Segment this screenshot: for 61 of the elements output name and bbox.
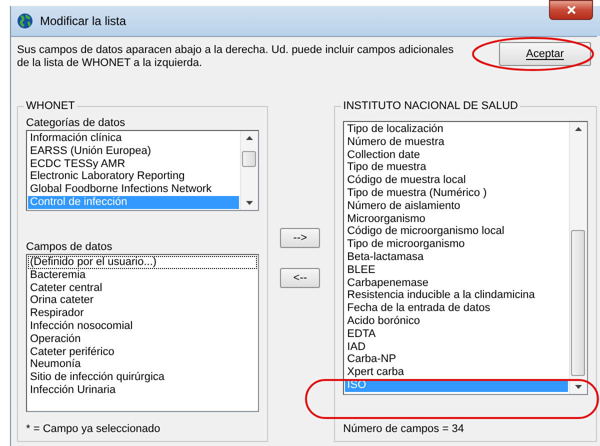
accept-button[interactable]: Aceptar bbox=[499, 42, 591, 66]
scroll-up-icon[interactable] bbox=[575, 127, 582, 131]
list-item[interactable]: Resistencia inducible a la clindamicina bbox=[345, 289, 568, 302]
legend-text: * = Campo ya seleccionado bbox=[26, 423, 162, 435]
categories-label: Categorías de datos bbox=[26, 117, 126, 130]
list-item[interactable]: Código de muestra local bbox=[345, 174, 568, 187]
window-title: Modificar la lista bbox=[40, 14, 126, 28]
list-item[interactable]: Operación bbox=[28, 332, 258, 346]
list-item[interactable]: Tipo de muestra (Numérico ) bbox=[345, 186, 568, 200]
list-item[interactable]: Cateter central bbox=[28, 282, 258, 294]
list-item[interactable]: Sitio de infección quirúrgica bbox=[28, 371, 258, 384]
globe-icon bbox=[17, 13, 33, 29]
list-item[interactable]: EARSS (Unión Europea) bbox=[28, 144, 240, 158]
list-item[interactable]: Número de muestra bbox=[345, 136, 568, 149]
list-box[interactable]: Información clínica EARSS (Unión Europea) ECDC TESSy AMR Electronic Laboratory Reporting Global Foodborne Infections Network Control de infección bbox=[26, 130, 260, 211]
list-item[interactable]: Bacteremia bbox=[28, 268, 258, 282]
list-item[interactable]: Número de aislamiento bbox=[345, 200, 568, 213]
list-item[interactable]: Infección nosocomial bbox=[28, 320, 258, 333]
list-item[interactable]: Tipo de localización bbox=[345, 123, 568, 136]
list-item[interactable]: ECDC TESSy AMR bbox=[28, 158, 240, 170]
field-count-text: Número de campos = 34 bbox=[343, 423, 465, 435]
list-item[interactable]: Cateter periférico bbox=[28, 346, 258, 358]
list-item[interactable]: Xpert carba bbox=[345, 366, 568, 379]
list-item[interactable]: Carbapenemase bbox=[345, 276, 568, 290]
close-icon bbox=[566, 6, 576, 14]
scroll-down-icon[interactable] bbox=[246, 201, 254, 205]
list-item[interactable]: Tipo de muestra bbox=[345, 161, 568, 174]
list-item[interactable]: Electronic Laboratory Reporting bbox=[28, 170, 240, 184]
list-item[interactable]: Respirador bbox=[28, 307, 258, 320]
list-item[interactable]: Orina cateter bbox=[28, 294, 258, 308]
list-item[interactable]: Collection date bbox=[345, 148, 568, 162]
list-item[interactable]: Global Foodborne Infections Network bbox=[28, 183, 240, 196]
list-item[interactable]: Acido borónico bbox=[345, 314, 568, 328]
list-item[interactable]: Fecha de la entrada de datos bbox=[345, 302, 568, 315]
list-item[interactable]: Microorganismo bbox=[345, 212, 568, 226]
scrollbar[interactable] bbox=[569, 122, 587, 394]
list-item[interactable]: Neumonía bbox=[28, 358, 258, 372]
list-item[interactable]: Código de microorganismo local bbox=[345, 225, 568, 238]
list-item[interactable]: BLEE bbox=[345, 264, 568, 277]
list-item[interactable]: EDTA bbox=[345, 328, 568, 341]
list-item[interactable]: Tipo de microorganismo bbox=[345, 238, 568, 251]
remove-button[interactable]: <-- bbox=[280, 268, 320, 288]
list-item[interactable]: (Definido por el usuario...) bbox=[28, 256, 258, 269]
fields-label: Campos de datos bbox=[26, 241, 114, 254]
scroll-down-icon[interactable] bbox=[575, 385, 582, 389]
scrollbar[interactable] bbox=[240, 131, 258, 210]
scroll-thumb[interactable] bbox=[571, 230, 585, 376]
close-button[interactable] bbox=[549, 0, 593, 20]
group-title: INSTITUTO NACIONAL DE SALUD bbox=[341, 100, 520, 112]
instructions-text: Sus campos de datos aparacen abajo a la derecha. Ud. puede incluir campos adicionales de la lista de WHONET a la izquierda. bbox=[17, 44, 455, 70]
list-item[interactable]: IAD bbox=[345, 340, 568, 354]
group-title: WHONET bbox=[24, 100, 77, 112]
scroll-up-icon[interactable] bbox=[246, 136, 254, 140]
add-button[interactable]: --> bbox=[280, 228, 320, 248]
list-box[interactable]: (Definido por el usuario...) Bacteremia Cateter central Orina cateter Respirador Infección nosocomial Operación Cateter periférico Neumonía Sitio de infección quirúrgica Infección Urinaria bbox=[26, 254, 260, 412]
list-item[interactable]: Infección Urinaria bbox=[28, 384, 258, 397]
list-item[interactable]: Información clínica bbox=[28, 132, 240, 145]
scroll-thumb[interactable] bbox=[242, 151, 256, 167]
list-item[interactable]: Beta-lactamasa bbox=[345, 250, 568, 264]
list-item[interactable]: Carba-NP bbox=[345, 353, 568, 366]
list-box[interactable] bbox=[343, 121, 588, 395]
